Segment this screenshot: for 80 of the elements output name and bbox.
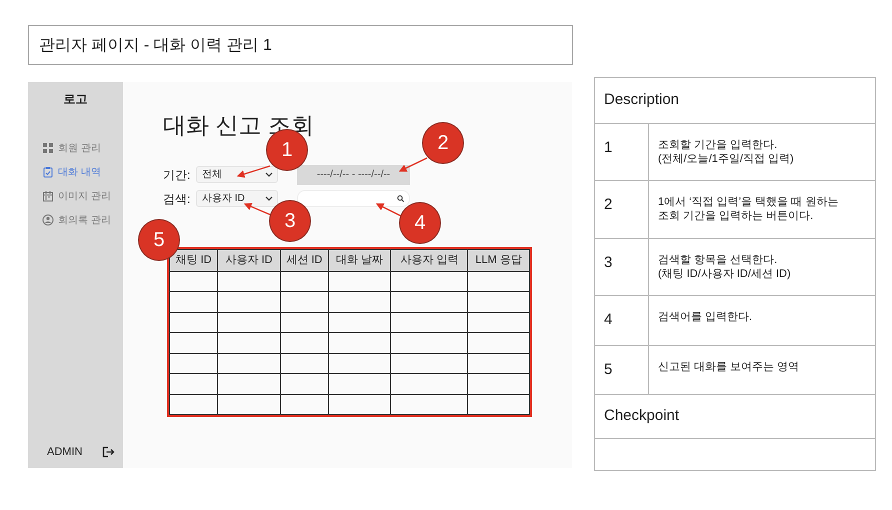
row-number: 3 — [594, 238, 648, 296]
grid-icon — [42, 142, 54, 154]
table-cell — [218, 271, 280, 292]
table-cell — [280, 271, 328, 292]
column-header: 사용자 ID — [218, 249, 280, 271]
table-cell — [280, 312, 328, 332]
calendar-icon — [42, 190, 54, 202]
description-text: 조회할 기간을 입력한다. (전체/오늘/1주일/직접 입력) — [648, 123, 876, 181]
table-cell — [328, 332, 391, 353]
arrow — [398, 157, 428, 172]
description-text: 검색할 항목을 선택한다. (채팅 ID/사용자 ID/세션 ID) — [648, 238, 876, 296]
sidebar-item[interactable]: 회원 관리 — [28, 136, 123, 160]
sidebar-item[interactable]: 이미지 관리 — [28, 184, 123, 208]
table-cell — [218, 312, 280, 332]
table-cell — [328, 394, 391, 414]
search-icon — [397, 195, 404, 202]
page-title: 관리자 페이지 - 대화 이력 관리 1 — [28, 25, 573, 65]
table-cell — [170, 353, 218, 374]
table-cell — [170, 394, 218, 414]
column-header: 사용자 입력 — [390, 249, 468, 271]
table-cell — [170, 374, 218, 394]
table-cell — [280, 374, 328, 394]
column-header: 대화 날짜 — [328, 249, 391, 271]
table-cell — [218, 332, 280, 353]
table-cell — [280, 353, 328, 374]
logout-icon — [102, 446, 115, 458]
description-text: 검색어를 입력한다. — [648, 296, 876, 346]
section-title: Description — [594, 78, 876, 123]
table-cell — [328, 292, 391, 312]
row-number: 5 — [594, 345, 648, 395]
row-number: 4 — [594, 296, 648, 346]
description-text: 신고된 대화를 보여주는 영역 — [648, 345, 876, 395]
table-cell — [328, 374, 391, 394]
table-cell — [468, 292, 530, 312]
sidebar-item[interactable]: 대화 내역 — [28, 160, 123, 184]
caret-icon — [265, 195, 273, 202]
callout-badge: 2 — [423, 123, 463, 163]
table-cell — [170, 332, 218, 353]
caret-icon — [265, 171, 273, 178]
callout-badge: 3 — [270, 201, 310, 241]
column-header: LLM 응답 — [468, 249, 530, 271]
row-number: 2 — [594, 180, 648, 238]
table-cell — [218, 394, 280, 414]
logo: 로고 — [62, 91, 88, 108]
table-cell — [468, 374, 530, 394]
field-label: 기간: — [163, 166, 192, 184]
sidebar-item[interactable]: 회의록 관리 — [28, 208, 123, 232]
description-text: 1에서 ‘직접 입력’을 택했을 때 원하는 조회 기간을 입력하는 버튼이다. — [648, 180, 876, 238]
person-icon — [42, 214, 54, 226]
table-cell — [468, 353, 530, 374]
table-cell — [328, 312, 391, 332]
user-name: ADMIN — [47, 444, 82, 460]
table-cell — [468, 271, 530, 292]
column-header: 세션 ID — [280, 249, 328, 271]
table-cell — [328, 353, 391, 374]
table-cell — [280, 292, 328, 312]
arrow — [244, 202, 272, 216]
table-cell — [218, 374, 280, 394]
table-cell — [468, 394, 530, 414]
callout-badge: 4 — [400, 203, 440, 243]
table-cell — [328, 271, 391, 292]
search-field[interactable] — [297, 190, 410, 207]
table-cell — [218, 292, 280, 312]
dropdown[interactable]: 사용자 ID — [196, 190, 278, 207]
table-cell — [170, 312, 218, 332]
table-cell — [170, 271, 218, 292]
table-cell — [218, 353, 280, 374]
table-cell — [468, 332, 530, 353]
table-cell — [280, 332, 328, 353]
section-title: Checkpoint — [594, 394, 876, 438]
date-range-button[interactable]: ----/--/-- - ----/--/-- — [297, 164, 410, 184]
arrow — [236, 165, 270, 178]
field-label: 검색: — [163, 190, 192, 208]
row-number: 1 — [594, 123, 648, 181]
table-cell — [280, 394, 328, 414]
table-cell — [468, 312, 530, 332]
clipboard-icon — [42, 166, 54, 178]
column-header: 채팅 ID — [170, 249, 218, 271]
dropdown[interactable]: 전체 — [196, 166, 278, 183]
table-cell — [170, 292, 218, 312]
